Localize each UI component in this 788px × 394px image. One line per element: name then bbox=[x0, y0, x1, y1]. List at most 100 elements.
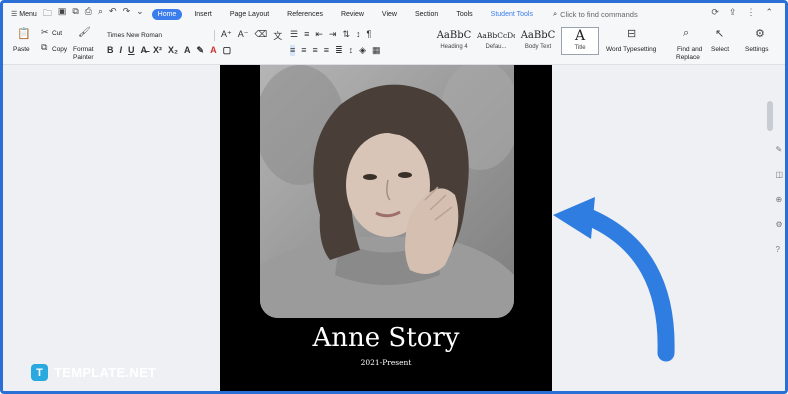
style-preview: AaBbC bbox=[520, 30, 556, 41]
vertical-scrollbar[interactable] bbox=[767, 101, 773, 131]
cloud-sync-icon[interactable]: ⟳ bbox=[711, 7, 719, 18]
underline-icon[interactable]: U bbox=[128, 45, 135, 56]
find-replace-label-2[interactable]: Replace bbox=[676, 54, 700, 61]
numbering-icon[interactable]: ≡ bbox=[304, 29, 309, 40]
strikethrough-icon[interactable]: A̶ bbox=[141, 45, 148, 56]
document-subtitle[interactable]: 2021-Present bbox=[220, 358, 552, 367]
format-painter-label-2[interactable]: Painter bbox=[73, 54, 94, 61]
quick-access-toolbar: 🗀 ▣ ⧉ ⎙ ⌕ ↶ ↷ ⌄ bbox=[43, 6, 144, 22]
style-gallery: AaBbC Heading 4 AaBbCcDd Defau... AaBbC … bbox=[435, 27, 599, 55]
tab-home[interactable]: Home bbox=[151, 8, 183, 20]
superscript-icon[interactable]: X² bbox=[153, 45, 162, 56]
template-net-logo: T TEMPLATE.NET bbox=[31, 364, 156, 381]
tab-review[interactable]: Review bbox=[335, 9, 370, 20]
tab-view[interactable]: View bbox=[376, 9, 403, 20]
bold-icon[interactable]: B bbox=[107, 45, 114, 56]
style-body-text[interactable]: AaBbC Body Text bbox=[519, 27, 557, 55]
find-replace-icon[interactable]: ⌕ bbox=[683, 27, 689, 40]
outdent-icon[interactable]: ⇤ bbox=[315, 29, 323, 40]
word-typesetting-button[interactable]: Word Typesetting bbox=[606, 46, 656, 53]
style-caption: Body Text bbox=[524, 44, 552, 50]
save-icon[interactable]: ▣ bbox=[58, 6, 67, 22]
tab-insert[interactable]: Insert bbox=[188, 9, 218, 20]
pointer-arrow-icon bbox=[553, 197, 675, 362]
distribute-icon[interactable]: ≣ bbox=[335, 45, 343, 56]
format-painter-icon[interactable]: 🖌 bbox=[78, 27, 91, 38]
undo-icon[interactable]: ↶ bbox=[109, 6, 117, 22]
word-typesetting-icon[interactable]: ⊟ bbox=[627, 27, 636, 40]
indent-icon[interactable]: ⇥ bbox=[329, 29, 337, 40]
sort-icon[interactable]: ↕ bbox=[356, 29, 361, 40]
style-default[interactable]: AaBbCcDd Defau... bbox=[477, 27, 515, 55]
char-border-icon[interactable]: ▢ bbox=[223, 45, 232, 56]
paste-icon[interactable]: 📋 bbox=[17, 27, 31, 40]
tab-tools[interactable]: Tools bbox=[450, 9, 478, 20]
portrait-photo bbox=[260, 65, 514, 318]
cursor-icon[interactable]: ↖ bbox=[715, 27, 724, 40]
highlight-icon[interactable]: ✎ bbox=[197, 45, 205, 56]
tab-references[interactable]: References bbox=[281, 9, 329, 20]
bullets-icon[interactable]: ☰ bbox=[290, 29, 298, 40]
redo-icon[interactable]: ↷ bbox=[123, 6, 131, 22]
shading-icon[interactable]: ◈ bbox=[359, 45, 366, 56]
style-heading-4[interactable]: AaBbC Heading 4 bbox=[435, 27, 473, 55]
command-search[interactable]: ⌕ Click to find commands bbox=[553, 9, 638, 19]
side-shape-icon[interactable]: ◫ bbox=[775, 170, 783, 179]
font-color-icon[interactable]: A bbox=[210, 45, 217, 56]
subscript-icon[interactable]: X₂ bbox=[168, 45, 178, 56]
paste-button[interactable]: Paste bbox=[13, 46, 30, 53]
copy-button[interactable]: Copy bbox=[52, 46, 67, 53]
style-preview: AaBbC bbox=[436, 30, 472, 41]
side-pen-icon[interactable]: ✎ bbox=[775, 145, 783, 154]
style-caption: Title bbox=[574, 45, 586, 51]
style-title[interactable]: A Title bbox=[561, 27, 599, 55]
show-marks-icon[interactable]: ¶ bbox=[366, 29, 371, 40]
paragraph-tools-row-1: ☰ ≡ ⇤ ⇥ ⇅ ↕ ¶ bbox=[290, 29, 371, 40]
align-center-icon[interactable]: ≡ bbox=[301, 45, 306, 56]
tab-student-tools[interactable]: Student Tools bbox=[485, 9, 539, 20]
menu-label: Menu bbox=[19, 10, 37, 18]
document-canvas: Anne Story 2021-Present ✎ ◫ ⊕ ⚙ ? T TEMP… bbox=[3, 65, 785, 391]
chinese-layout-icon[interactable]: ⇅ bbox=[342, 29, 350, 40]
font-color-alt-icon[interactable]: A bbox=[184, 45, 191, 56]
tab-section[interactable]: Section bbox=[409, 9, 444, 20]
print-icon[interactable]: ⎙ bbox=[85, 6, 92, 22]
format-painter-label-1[interactable]: Format bbox=[73, 46, 94, 53]
share-icon[interactable]: ⇪ bbox=[729, 7, 737, 18]
side-zoom-icon[interactable]: ⊕ bbox=[775, 195, 783, 204]
find-replace-label-1[interactable]: Find and bbox=[677, 46, 702, 53]
more-icon[interactable]: ⋮ bbox=[746, 7, 755, 18]
phonetic-icon[interactable]: 文 bbox=[273, 29, 282, 42]
side-settings-icon[interactable]: ⚙ bbox=[775, 220, 783, 229]
menu-button[interactable]: ☰ Menu bbox=[11, 10, 37, 19]
line-spacing-icon[interactable]: ↕ bbox=[349, 45, 354, 56]
print-preview-icon[interactable]: ⌕ bbox=[98, 6, 103, 22]
align-right-icon[interactable]: ≡ bbox=[313, 45, 318, 56]
font-size-select[interactable] bbox=[173, 30, 215, 41]
folder-icon[interactable]: 🗀 bbox=[43, 6, 52, 22]
italic-icon[interactable]: I bbox=[120, 45, 123, 56]
decrease-font-icon[interactable]: A⁻ bbox=[238, 29, 249, 42]
align-left-icon[interactable]: ≡ bbox=[290, 45, 296, 56]
style-preview: A bbox=[574, 28, 586, 44]
clear-format-icon[interactable]: ⌫ bbox=[255, 29, 268, 42]
copy-icon[interactable]: ⧉ bbox=[41, 42, 47, 53]
borders-icon[interactable]: ▦ bbox=[372, 45, 381, 56]
cut-button[interactable]: Cut bbox=[52, 30, 62, 37]
settings-button[interactable]: Settings bbox=[745, 46, 769, 53]
justify-icon[interactable]: ≡ bbox=[324, 45, 329, 56]
style-caption: Heading 4 bbox=[440, 44, 468, 50]
chevron-down-icon[interactable]: ⌄ bbox=[136, 6, 144, 22]
scissors-icon[interactable]: ✂ bbox=[41, 27, 49, 38]
select-button[interactable]: Select bbox=[711, 46, 729, 53]
increase-font-icon[interactable]: A⁺ bbox=[221, 29, 232, 42]
export-icon[interactable]: ⧉ bbox=[72, 6, 78, 22]
side-help-icon[interactable]: ? bbox=[775, 245, 783, 254]
settings-icon[interactable]: ⚙ bbox=[755, 27, 765, 40]
collapse-icon[interactable]: ⌃ bbox=[765, 7, 773, 18]
menu-bar: ☰ Menu 🗀 ▣ ⧉ ⎙ ⌕ ↶ ↷ ⌄ Home Insert Page … bbox=[3, 3, 785, 25]
search-placeholder: Click to find commands bbox=[560, 9, 638, 19]
tab-page-layout[interactable]: Page Layout bbox=[224, 9, 275, 20]
document-title[interactable]: Anne Story bbox=[220, 323, 552, 353]
document-page[interactable]: Anne Story 2021-Present bbox=[220, 65, 552, 391]
